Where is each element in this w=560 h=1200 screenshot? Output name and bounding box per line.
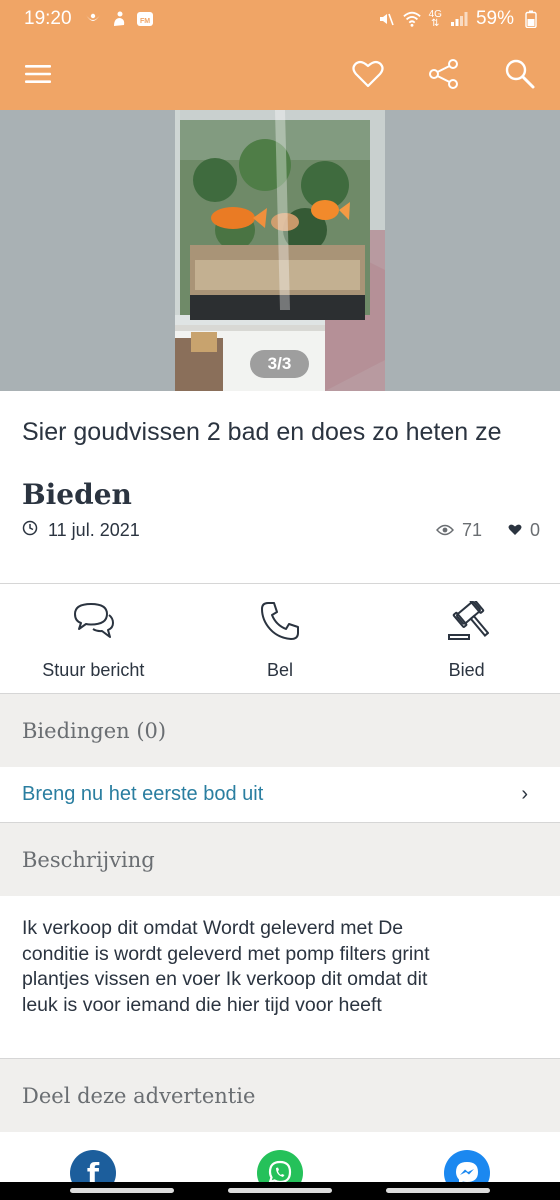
bids-section-header: Biedingen (0): [0, 694, 560, 767]
nav-pill[interactable]: [386, 1188, 490, 1193]
share-buttons: f: [0, 1132, 560, 1196]
share-icon[interactable]: [422, 52, 466, 96]
description-line: plantjes vissen en voer Ik verkoop dit o…: [22, 968, 428, 990]
place-first-bid-label: Breng nu het eerste bod uit: [22, 783, 264, 805]
gavel-icon: [445, 597, 490, 646]
divider: [0, 583, 560, 584]
search-icon[interactable]: [498, 52, 542, 96]
contact-actions: Stuur bericht Bel Bied: [0, 585, 560, 693]
notification-app-icon: [84, 10, 102, 28]
description-line: conditie is wordt geleverd met pomp filt…: [22, 942, 430, 965]
heart-outline-icon[interactable]: [346, 52, 390, 96]
description-line: Ik verkoop dit omdat Wordt geleverd met …: [22, 917, 404, 939]
battery-level: 59%: [475, 8, 514, 29]
bid-label: Bied: [448, 660, 485, 680]
place-first-bid-link[interactable]: Breng nu het eerste bod uit ›: [0, 767, 560, 822]
notification-fm-icon: FM: [136, 10, 154, 28]
listing-date: 11 jul. 2021: [48, 519, 140, 540]
photo-counter: 3/3: [250, 350, 309, 378]
send-message-label: Stuur bericht: [42, 660, 145, 680]
system-navigation-bar: [0, 1182, 560, 1200]
chevron-right-icon: ›: [521, 783, 528, 805]
description-section-header: Beschrijving: [0, 823, 560, 896]
network-type: 4G ⇅: [428, 9, 442, 29]
listing-title: Sier goudvissen 2 bad en does zo heten z…: [22, 418, 502, 446]
status-bar: 19:20 FM 4G ⇅ 59%: [0, 0, 560, 38]
app-toolbar: [0, 38, 560, 110]
photo-gallery[interactable]: 3/3: [0, 110, 560, 391]
eye-icon: [436, 520, 454, 541]
nav-pill[interactable]: [70, 1188, 174, 1193]
clock-icon: [22, 520, 38, 541]
nav-pill[interactable]: [228, 1188, 332, 1193]
mute-icon: [377, 10, 395, 28]
share-section-header: Deel deze advertentie: [0, 1059, 560, 1132]
listing-photo[interactable]: [175, 110, 385, 391]
bid-button[interactable]: Bied: [373, 585, 560, 693]
svg-text:FM: FM: [139, 18, 149, 25]
view-count: 71: [461, 519, 482, 540]
description-line: leuk is voor iemand die hier tijd voor h…: [22, 993, 382, 1016]
send-message-button[interactable]: Stuur bericht: [0, 585, 187, 693]
description-text: Ik verkoop dit omdat Wordt geleverd met …: [22, 916, 542, 1018]
notification-stork-icon: [110, 10, 128, 28]
hamburger-menu-icon[interactable]: [16, 52, 60, 96]
call-label: Bel: [267, 660, 294, 680]
call-button[interactable]: Bel: [187, 585, 374, 693]
listing-meta: 11 jul. 2021 71 0: [22, 516, 540, 544]
heart-filled-icon: [508, 520, 522, 541]
favorite-count: 0: [529, 519, 540, 540]
battery-icon: [522, 10, 540, 28]
status-time: 19:20: [24, 8, 72, 29]
listing-price: Bieden: [22, 478, 132, 511]
chat-bubbles-icon: [71, 601, 115, 646]
wifi-icon: [402, 10, 421, 28]
phone-icon: [258, 601, 302, 646]
signal-icon: [450, 10, 468, 28]
